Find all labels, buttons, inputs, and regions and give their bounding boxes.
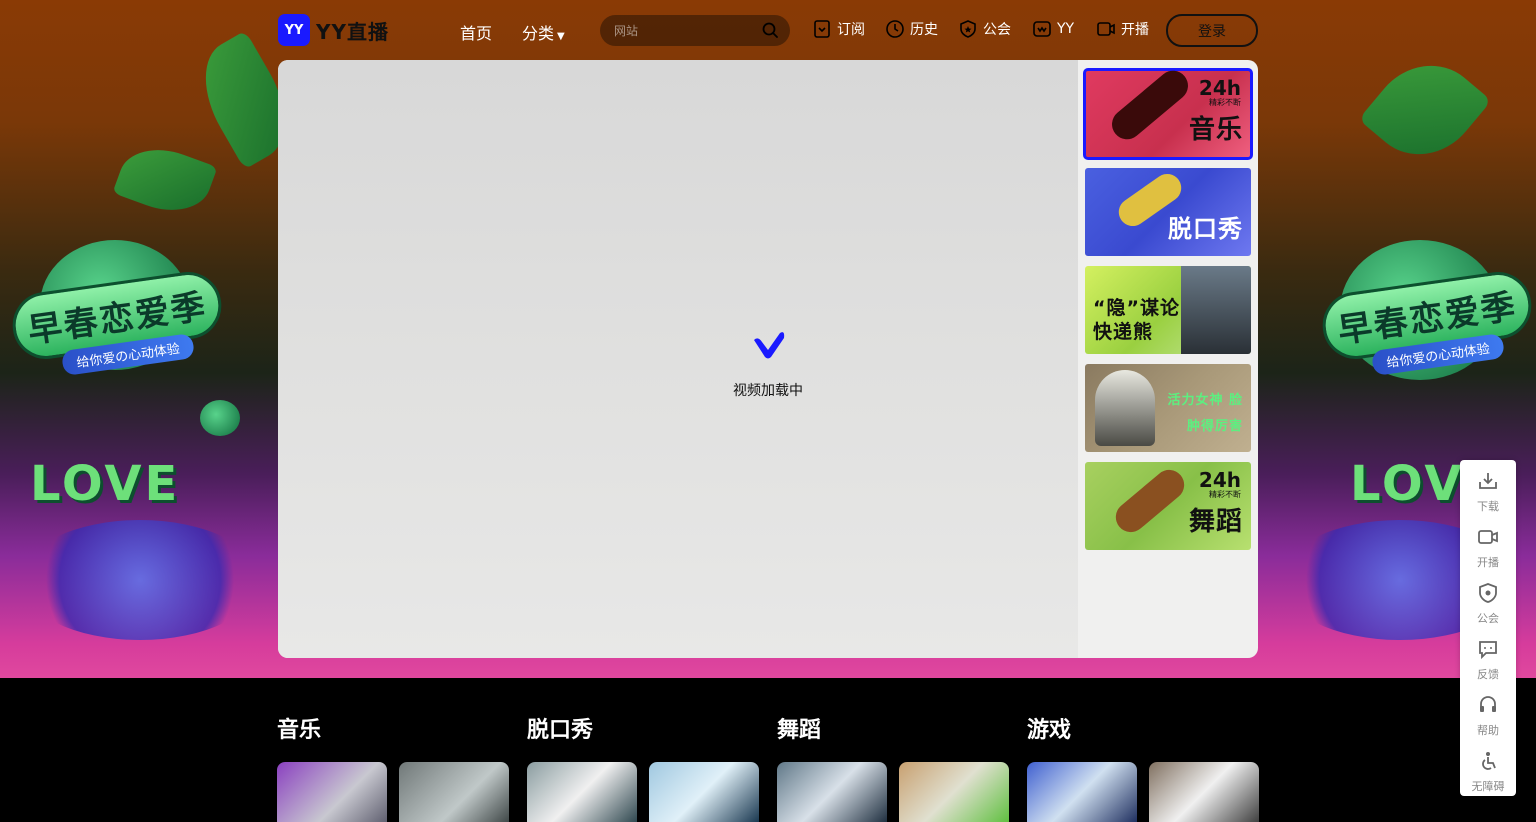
login-button[interactable]: 登录 xyxy=(1166,14,1258,47)
sidebar-go-live[interactable]: 开播 xyxy=(1460,516,1516,572)
logo-mark: YY xyxy=(278,14,310,46)
thumbnail-art xyxy=(1109,463,1191,539)
stream-card[interactable] xyxy=(399,762,509,822)
thumbnail-label: 舞蹈 xyxy=(1188,507,1243,537)
subscribe-label: 订阅 xyxy=(837,22,865,38)
live-player: 视频加载中 24h 精彩不断 音乐 脱口秀 “隐”谋论快递熊 活力女神 脸肿得厉害… xyxy=(278,60,1258,658)
category-title-talkshow[interactable]: 脱口秀 xyxy=(527,712,593,744)
subscribe-button[interactable]: 订阅 xyxy=(812,19,865,39)
thumbnail-art xyxy=(1181,266,1251,354)
floating-toolbar: 下载 开播 公会 反馈 帮助 无障碍 xyxy=(1460,460,1516,796)
category-title-game[interactable]: 游戏 xyxy=(1027,712,1071,744)
nav-category-label: 分类 xyxy=(522,24,555,43)
guild-button[interactable]: 公会 xyxy=(958,19,1011,39)
thumbnail-goddess[interactable]: 活力女神 脸肿得厉害 xyxy=(1085,364,1251,452)
history-label: 历史 xyxy=(910,22,938,38)
stream-card[interactable] xyxy=(1149,762,1259,822)
video-camera-icon xyxy=(1478,530,1498,544)
chevron-down-icon: ▼ xyxy=(557,31,565,42)
yy-heart-icon xyxy=(1033,21,1051,37)
sidebar-download-label: 下载 xyxy=(1477,500,1499,513)
thumbnail-dance[interactable]: 24h 精彩不断 舞蹈 xyxy=(1085,462,1251,550)
thumbnail-badge: 24h 精彩不断 xyxy=(1199,468,1241,500)
yy-button[interactable]: YY xyxy=(1032,19,1074,39)
love-text-left: LOVE xyxy=(30,456,181,512)
category-title-music[interactable]: 音乐 xyxy=(277,712,321,744)
thumbnail-badge: 24h 精彩不断 xyxy=(1199,76,1241,108)
sidebar-accessibility[interactable]: 无障碍 xyxy=(1460,740,1516,796)
thumbnail-art xyxy=(1105,70,1195,146)
top-header: YY YY直播 首页 分类▼ 订阅 历史 公会 xyxy=(0,0,1536,60)
yy-check-icon xyxy=(754,332,785,359)
thumbnail-special[interactable]: “隐”谋论快递熊 xyxy=(1085,266,1251,354)
sidebar-help[interactable]: 帮助 xyxy=(1460,684,1516,740)
stream-card[interactable] xyxy=(777,762,887,822)
nav-home[interactable]: 首页 xyxy=(460,20,492,44)
feedback-icon xyxy=(1479,641,1497,660)
guild-label: 公会 xyxy=(983,22,1011,38)
sidebar-guild[interactable]: 公会 xyxy=(1460,572,1516,628)
nav-home-label: 首页 xyxy=(460,24,493,43)
history-button[interactable]: 历史 xyxy=(885,19,938,39)
sidebar-feedback-label: 反馈 xyxy=(1477,668,1499,681)
yy-label: YY xyxy=(1057,21,1075,37)
thumbnail-label: 音乐 xyxy=(1188,115,1243,145)
category-section: 音乐 脱口秀 舞蹈 游戏 xyxy=(0,678,1536,822)
sidebar-accessibility-label: 无障碍 xyxy=(1471,780,1505,793)
sidebar-guild-label: 公会 xyxy=(1477,612,1499,625)
search-box xyxy=(600,15,790,46)
leaf-decoration xyxy=(1358,42,1492,178)
stream-card[interactable] xyxy=(649,762,759,822)
clock-icon xyxy=(886,20,904,38)
logo-text: YY直播 xyxy=(316,19,389,44)
video-camera-icon xyxy=(1097,22,1115,36)
accessibility-icon xyxy=(1482,752,1496,770)
stream-card[interactable] xyxy=(277,762,387,822)
search-input[interactable] xyxy=(612,21,756,41)
stream-card[interactable] xyxy=(1027,762,1137,822)
thumbnail-label: 脱口秀 xyxy=(1168,215,1243,243)
video-area[interactable] xyxy=(278,60,1078,658)
site-logo[interactable]: YY YY直播 xyxy=(278,14,389,46)
stream-card[interactable] xyxy=(899,762,1009,822)
sidebar-download[interactable]: 下载 xyxy=(1460,460,1516,516)
thumbnail-talkshow[interactable]: 脱口秀 xyxy=(1085,168,1251,256)
bookmark-icon xyxy=(814,20,830,38)
thumbnail-music[interactable]: 24h 精彩不断 音乐 xyxy=(1083,68,1253,160)
shield-star-icon xyxy=(1479,583,1497,603)
download-icon xyxy=(1479,473,1497,489)
sidebar-feedback[interactable]: 反馈 xyxy=(1460,628,1516,684)
headset-icon xyxy=(1480,696,1496,712)
nav-category[interactable]: 分类 ▼ xyxy=(522,20,565,44)
leaf-decoration xyxy=(112,136,218,224)
sidebar-help-label: 帮助 xyxy=(1477,724,1499,737)
loading-text: 视频加载中 xyxy=(733,383,803,399)
sidebar-go-live-label: 开播 xyxy=(1477,556,1499,569)
search-icon[interactable] xyxy=(762,22,778,38)
heart-decoration xyxy=(200,400,240,436)
category-title-dance[interactable]: 舞蹈 xyxy=(777,712,821,744)
shield-star-icon xyxy=(960,20,976,38)
thumbnail-label: “隐”谋论快递熊 xyxy=(1093,297,1180,343)
thumbnail-art xyxy=(1095,370,1155,446)
go-live-label: 开播 xyxy=(1121,22,1149,38)
go-live-button[interactable]: 开播 xyxy=(1096,19,1149,39)
water-decoration xyxy=(20,520,260,640)
thumbnail-label: 活力女神 脸肿得厉害 xyxy=(1167,393,1243,434)
stream-card[interactable] xyxy=(527,762,637,822)
